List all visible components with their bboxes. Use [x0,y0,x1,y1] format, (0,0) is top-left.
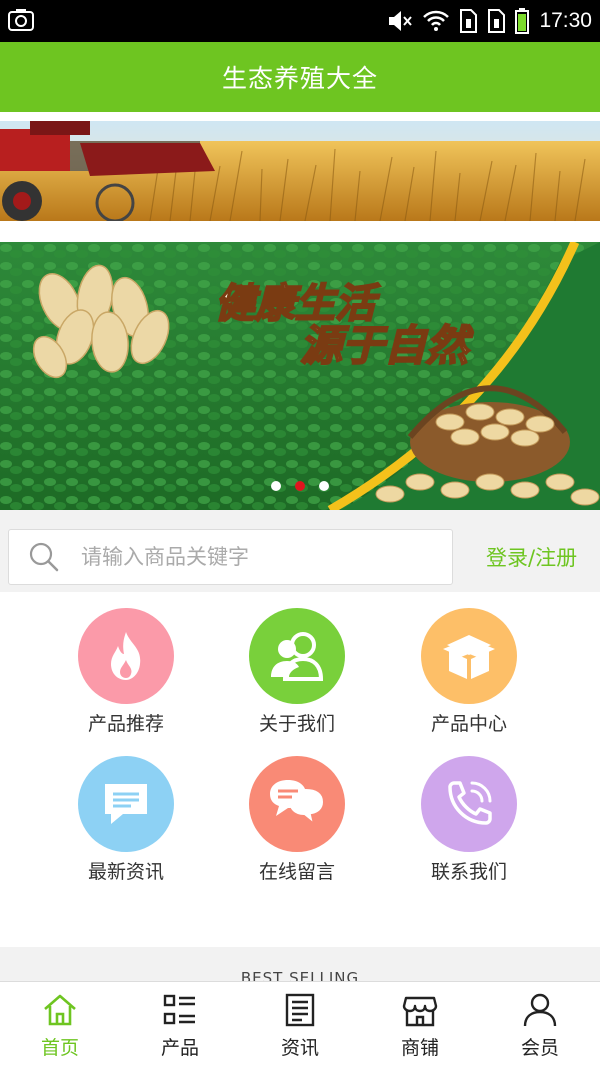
screenshot-camera-icon [8,9,34,31]
carousel-dot-active[interactable] [295,481,305,491]
grid-item-latest-news[interactable]: 最新资讯 [51,756,201,884]
tab-label: 产品 [160,1037,199,1059]
chat-icon [270,780,326,827]
phone-icon [448,781,492,825]
status-bar: 17:30 [0,0,600,42]
grid-item-product-center[interactable]: 产品中心 [394,608,544,736]
mute-icon [389,11,413,31]
message-icon-circle [78,756,174,852]
slogan-line-2: 源于自然 [300,321,474,370]
battery-icon [515,8,530,34]
user-icon [523,993,557,1027]
box-icon [443,635,495,679]
carousel-dot[interactable] [319,481,329,491]
grid-item-contact-us[interactable]: 联系我们 [394,756,544,884]
peanut-field-image: 健康生活 源于自然 [0,242,600,510]
carousel-dot[interactable] [271,481,281,491]
category-grid: 产品推荐 关于我们 产品中心 最新资讯 在线留言 联系我们 [0,592,600,947]
users-icon [271,632,324,681]
news-icon [285,993,315,1027]
carousel-indicator [0,481,600,491]
tab-products[interactable]: 产品 [120,982,240,1067]
list-icon [163,994,195,1025]
search-input[interactable] [81,545,421,569]
shop-icon [402,996,438,1027]
grid-item-product-recommend[interactable]: 产品推荐 [51,608,201,736]
flame-icon [111,632,141,680]
tab-label: 资讯 [280,1037,319,1059]
box-icon-circle [421,608,517,704]
home-icon [44,994,76,1026]
wifi-icon [423,10,450,31]
page-title: 生态养殖大全 [221,64,378,93]
grid-item-label: 联系我们 [430,861,507,883]
bottom-tab-bar: 首页 产品 资讯 商铺 会员 [0,981,600,1067]
tab-news[interactable]: 资讯 [240,982,360,1067]
grid-item-label: 在线留言 [258,861,335,883]
grid-item-about-us[interactable]: 关于我们 [222,608,372,736]
grid-item-online-message[interactable]: 在线留言 [222,756,372,884]
users-icon-circle [249,608,345,704]
sim1-icon [460,9,478,33]
clock: 17:30 [539,9,592,32]
tab-home[interactable]: 首页 [0,982,120,1067]
wheat-field-image [0,121,600,221]
grid-item-label: 关于我们 [258,713,335,735]
login-register-link[interactable]: 登录/注册 [486,542,577,572]
wheat-harvest-banner[interactable] [0,121,600,221]
search-icon [29,542,59,572]
tab-shops[interactable]: 商铺 [360,982,480,1067]
tab-member[interactable]: 会员 [480,982,600,1067]
phone-icon-circle [421,756,517,852]
app-header: 生态养殖大全 [0,42,600,112]
tab-label: 会员 [520,1037,559,1059]
message-icon [105,784,147,824]
tab-label: 商铺 [400,1037,439,1059]
grid-item-label: 产品推荐 [87,713,164,735]
chat-icon-circle [249,756,345,852]
sim2-icon [488,9,506,33]
peanut-promo-banner[interactable]: 健康生活 源于自然 [0,242,600,510]
flame-icon-circle [78,608,174,704]
tab-label: 首页 [40,1037,79,1059]
search-bar: 登录/注册 [0,520,600,592]
search-box[interactable] [8,529,453,585]
grid-item-label: 最新资讯 [87,861,164,883]
grid-item-label: 产品中心 [430,713,507,735]
